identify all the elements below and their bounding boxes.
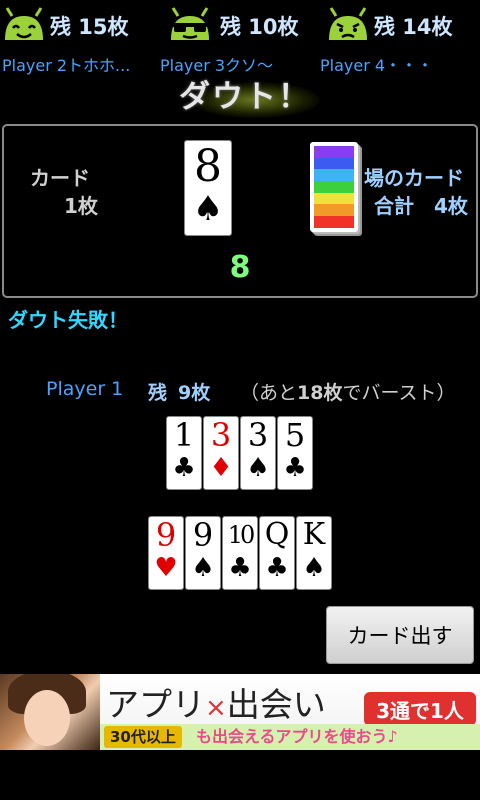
diamond-suit-icon: ♦ [209,453,233,483]
hand-card[interactable]: 1 ♣ [166,416,202,490]
opponent-player-2-status: 残 15枚 [2,4,129,48]
burst-note: （あと18枚でバースト） [240,378,456,405]
opponent-player-4-status: 残 14枚 [326,4,453,48]
opponent-remaining: 残 14枚 [374,15,453,39]
card-rank: 3 [247,416,269,454]
burst-note-prefix: （あと [240,382,298,404]
status-message: ダウト失敗！ [8,308,128,332]
spade-suit-icon: ♠ [246,453,270,483]
player-remaining: 9枚 [178,382,211,404]
card-rank: 8 [194,141,222,192]
ad-headline: アプリ×出会い [106,678,326,726]
club-suit-icon: ♣ [172,453,196,483]
club-suit-icon: ♣ [265,553,289,583]
burst-count: 18枚 [297,382,343,404]
hand-card[interactable]: 9 ♥ [148,516,184,590]
opponent-remaining: 残 10枚 [220,15,299,39]
burst-note-suffix: でバースト） [342,382,456,404]
ad-photo [0,674,100,750]
hand-card[interactable]: K ♠ [296,516,332,590]
hand-card[interactable]: 9 ♠ [185,516,221,590]
club-suit-icon: ♣ [228,553,252,583]
hand-card[interactable]: 10 ♣ [222,516,258,590]
pile-deck-icon [310,142,358,232]
happy-robot-icon [5,7,43,40]
player-remaining-label: 残 [148,382,168,404]
played-count-label: カード [30,166,90,190]
hand-card[interactable]: Q ♣ [259,516,295,590]
spade-suit-icon: ♠ [191,553,215,583]
game-title: ダウト！ [179,79,311,115]
club-suit-icon: ♣ [283,453,307,483]
hand-card[interactable]: 3 ♠ [240,416,276,490]
ad-headline-left: アプリ [106,685,205,724]
pile-label: 場のカード [364,166,464,190]
card-rank: K [302,517,326,552]
play-card-button[interactable]: カード出す [326,606,474,664]
worried-robot-icon [329,7,367,40]
opponent-name: Player 4・・・ [320,56,434,75]
spade-suit-icon: ♠ [302,553,326,583]
ad-headline-x: × [205,693,227,723]
card-rank: Q [264,517,290,552]
hand-card[interactable]: 3 ♦ [203,416,239,490]
opponent-name: Player 2トホホ... [2,56,131,75]
pile-total: 合計 4枚 [374,194,468,218]
card-rank: 1 [173,416,195,454]
ad-subline: も出会えるアプリを使おう♪ [196,727,398,746]
ad-badge: 3通で1人 [364,692,476,726]
card-rank: 9 [192,516,214,554]
played-card: 8 ♠ [184,140,232,236]
player-name: Player 1 [46,378,124,400]
card-rank: 5 [284,416,306,454]
ad-headline-right: 出会い [226,685,326,724]
opponent-name: Player 3クソ～ [160,56,274,75]
card-rank: 9 [155,516,177,554]
sunglasses-robot-icon [166,7,214,40]
ad-age-tag: 30代以上 [104,726,182,748]
spade-suit-icon: ♠ [192,189,224,229]
card-rank: 3 [210,416,232,454]
current-number: 8 [229,250,251,285]
opponent-player-3-status: 残 10枚 [164,4,299,48]
ad-banner[interactable]: アプリ×出会い 3通で1人 30代以上 も出会えるアプリを使おう♪ [0,674,480,750]
card-rank: 10 [227,521,256,549]
heart-suit-icon: ♥ [154,553,178,583]
opponent-remaining: 残 15枚 [50,15,129,39]
hand-card[interactable]: 5 ♣ [277,416,313,490]
played-count-value: 1枚 [64,194,98,218]
